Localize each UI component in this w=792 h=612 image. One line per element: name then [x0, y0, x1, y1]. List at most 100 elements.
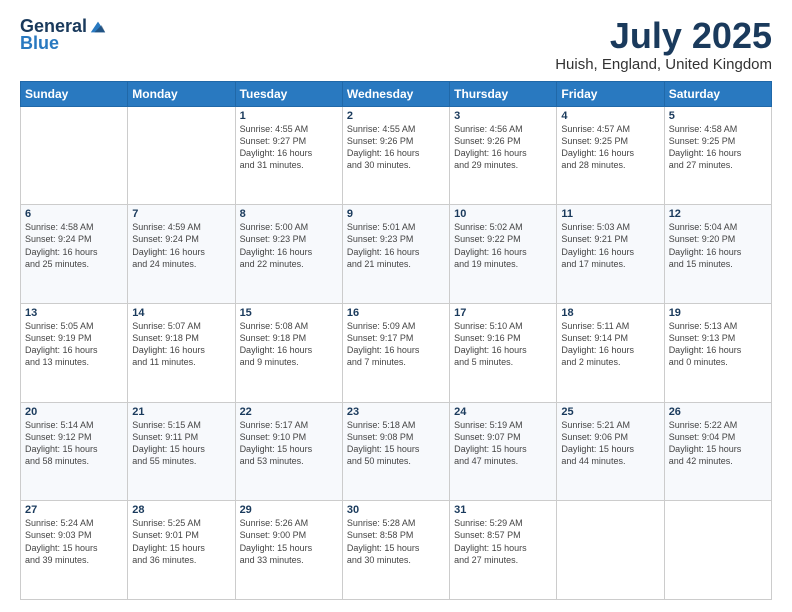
day-number: 13 [25, 307, 123, 319]
day-detail: Sunrise: 5:07 AM Sunset: 9:18 PM Dayligh… [132, 320, 230, 369]
day-detail: Sunrise: 5:19 AM Sunset: 9:07 PM Dayligh… [454, 419, 552, 468]
day-detail: Sunrise: 5:24 AM Sunset: 9:03 PM Dayligh… [25, 517, 123, 566]
calendar-cell: 31Sunrise: 5:29 AM Sunset: 8:57 PM Dayli… [450, 501, 557, 600]
calendar-cell: 25Sunrise: 5:21 AM Sunset: 9:06 PM Dayli… [557, 402, 664, 501]
day-number: 1 [240, 110, 338, 122]
calendar-cell [128, 106, 235, 205]
calendar-cell: 18Sunrise: 5:11 AM Sunset: 9:14 PM Dayli… [557, 303, 664, 402]
day-detail: Sunrise: 5:03 AM Sunset: 9:21 PM Dayligh… [561, 221, 659, 270]
calendar: SundayMondayTuesdayWednesdayThursdayFrid… [20, 81, 772, 600]
weekday-header-friday: Friday [557, 81, 664, 106]
day-number: 17 [454, 307, 552, 319]
subtitle: Huish, England, United Kingdom [555, 56, 772, 73]
day-detail: Sunrise: 5:18 AM Sunset: 9:08 PM Dayligh… [347, 419, 445, 468]
calendar-cell: 22Sunrise: 5:17 AM Sunset: 9:10 PM Dayli… [235, 402, 342, 501]
weekday-header-tuesday: Tuesday [235, 81, 342, 106]
calendar-cell: 19Sunrise: 5:13 AM Sunset: 9:13 PM Dayli… [664, 303, 771, 402]
day-number: 24 [454, 406, 552, 418]
day-detail: Sunrise: 5:26 AM Sunset: 9:00 PM Dayligh… [240, 517, 338, 566]
day-detail: Sunrise: 5:02 AM Sunset: 9:22 PM Dayligh… [454, 221, 552, 270]
day-number: 8 [240, 208, 338, 220]
day-detail: Sunrise: 5:10 AM Sunset: 9:16 PM Dayligh… [454, 320, 552, 369]
calendar-week-1: 6Sunrise: 4:58 AM Sunset: 9:24 PM Daylig… [21, 205, 772, 304]
day-detail: Sunrise: 5:00 AM Sunset: 9:23 PM Dayligh… [240, 221, 338, 270]
day-detail: Sunrise: 4:58 AM Sunset: 9:24 PM Dayligh… [25, 221, 123, 270]
calendar-cell: 27Sunrise: 5:24 AM Sunset: 9:03 PM Dayli… [21, 501, 128, 600]
day-number: 26 [669, 406, 767, 418]
day-number: 28 [132, 504, 230, 516]
calendar-cell [557, 501, 664, 600]
calendar-cell: 21Sunrise: 5:15 AM Sunset: 9:11 PM Dayli… [128, 402, 235, 501]
day-number: 23 [347, 406, 445, 418]
calendar-week-0: 1Sunrise: 4:55 AM Sunset: 9:27 PM Daylig… [21, 106, 772, 205]
day-detail: Sunrise: 5:08 AM Sunset: 9:18 PM Dayligh… [240, 320, 338, 369]
title-block: July 2025 Huish, England, United Kingdom [555, 16, 772, 73]
calendar-cell: 28Sunrise: 5:25 AM Sunset: 9:01 PM Dayli… [128, 501, 235, 600]
day-number: 11 [561, 208, 659, 220]
day-number: 29 [240, 504, 338, 516]
calendar-cell: 10Sunrise: 5:02 AM Sunset: 9:22 PM Dayli… [450, 205, 557, 304]
weekday-header-sunday: Sunday [21, 81, 128, 106]
day-detail: Sunrise: 4:55 AM Sunset: 9:26 PM Dayligh… [347, 123, 445, 172]
day-detail: Sunrise: 5:17 AM Sunset: 9:10 PM Dayligh… [240, 419, 338, 468]
header: General Blue July 2025 Huish, England, U… [20, 16, 772, 73]
day-detail: Sunrise: 5:21 AM Sunset: 9:06 PM Dayligh… [561, 419, 659, 468]
calendar-cell: 29Sunrise: 5:26 AM Sunset: 9:00 PM Dayli… [235, 501, 342, 600]
logo-blue: Blue [20, 33, 59, 54]
main-title: July 2025 [555, 16, 772, 56]
logo-icon [89, 18, 107, 36]
calendar-cell: 5Sunrise: 4:58 AM Sunset: 9:25 PM Daylig… [664, 106, 771, 205]
calendar-cell: 30Sunrise: 5:28 AM Sunset: 8:58 PM Dayli… [342, 501, 449, 600]
calendar-cell: 9Sunrise: 5:01 AM Sunset: 9:23 PM Daylig… [342, 205, 449, 304]
weekday-header-monday: Monday [128, 81, 235, 106]
day-detail: Sunrise: 5:04 AM Sunset: 9:20 PM Dayligh… [669, 221, 767, 270]
day-number: 31 [454, 504, 552, 516]
calendar-body: 1Sunrise: 4:55 AM Sunset: 9:27 PM Daylig… [21, 106, 772, 599]
day-number: 12 [669, 208, 767, 220]
day-detail: Sunrise: 5:29 AM Sunset: 8:57 PM Dayligh… [454, 517, 552, 566]
day-number: 6 [25, 208, 123, 220]
day-number: 22 [240, 406, 338, 418]
day-number: 20 [25, 406, 123, 418]
calendar-cell: 6Sunrise: 4:58 AM Sunset: 9:24 PM Daylig… [21, 205, 128, 304]
calendar-cell: 8Sunrise: 5:00 AM Sunset: 9:23 PM Daylig… [235, 205, 342, 304]
calendar-cell: 15Sunrise: 5:08 AM Sunset: 9:18 PM Dayli… [235, 303, 342, 402]
day-number: 21 [132, 406, 230, 418]
weekday-header-wednesday: Wednesday [342, 81, 449, 106]
calendar-cell: 7Sunrise: 4:59 AM Sunset: 9:24 PM Daylig… [128, 205, 235, 304]
calendar-cell: 26Sunrise: 5:22 AM Sunset: 9:04 PM Dayli… [664, 402, 771, 501]
day-number: 4 [561, 110, 659, 122]
day-detail: Sunrise: 4:56 AM Sunset: 9:26 PM Dayligh… [454, 123, 552, 172]
day-number: 15 [240, 307, 338, 319]
calendar-cell: 24Sunrise: 5:19 AM Sunset: 9:07 PM Dayli… [450, 402, 557, 501]
calendar-week-3: 20Sunrise: 5:14 AM Sunset: 9:12 PM Dayli… [21, 402, 772, 501]
day-detail: Sunrise: 4:58 AM Sunset: 9:25 PM Dayligh… [669, 123, 767, 172]
day-detail: Sunrise: 4:57 AM Sunset: 9:25 PM Dayligh… [561, 123, 659, 172]
page: General Blue July 2025 Huish, England, U… [0, 0, 792, 612]
day-detail: Sunrise: 5:01 AM Sunset: 9:23 PM Dayligh… [347, 221, 445, 270]
day-number: 9 [347, 208, 445, 220]
calendar-cell: 14Sunrise: 5:07 AM Sunset: 9:18 PM Dayli… [128, 303, 235, 402]
calendar-cell [664, 501, 771, 600]
calendar-cell: 17Sunrise: 5:10 AM Sunset: 9:16 PM Dayli… [450, 303, 557, 402]
day-number: 3 [454, 110, 552, 122]
calendar-cell: 3Sunrise: 4:56 AM Sunset: 9:26 PM Daylig… [450, 106, 557, 205]
day-number: 7 [132, 208, 230, 220]
day-number: 5 [669, 110, 767, 122]
day-number: 16 [347, 307, 445, 319]
day-detail: Sunrise: 5:28 AM Sunset: 8:58 PM Dayligh… [347, 517, 445, 566]
calendar-cell: 16Sunrise: 5:09 AM Sunset: 9:17 PM Dayli… [342, 303, 449, 402]
day-detail: Sunrise: 5:05 AM Sunset: 9:19 PM Dayligh… [25, 320, 123, 369]
calendar-cell [21, 106, 128, 205]
day-detail: Sunrise: 5:14 AM Sunset: 9:12 PM Dayligh… [25, 419, 123, 468]
logo: General Blue [20, 16, 107, 54]
day-number: 18 [561, 307, 659, 319]
day-number: 19 [669, 307, 767, 319]
calendar-week-2: 13Sunrise: 5:05 AM Sunset: 9:19 PM Dayli… [21, 303, 772, 402]
day-detail: Sunrise: 5:11 AM Sunset: 9:14 PM Dayligh… [561, 320, 659, 369]
calendar-cell: 23Sunrise: 5:18 AM Sunset: 9:08 PM Dayli… [342, 402, 449, 501]
day-number: 25 [561, 406, 659, 418]
day-number: 27 [25, 504, 123, 516]
calendar-week-4: 27Sunrise: 5:24 AM Sunset: 9:03 PM Dayli… [21, 501, 772, 600]
calendar-cell: 12Sunrise: 5:04 AM Sunset: 9:20 PM Dayli… [664, 205, 771, 304]
